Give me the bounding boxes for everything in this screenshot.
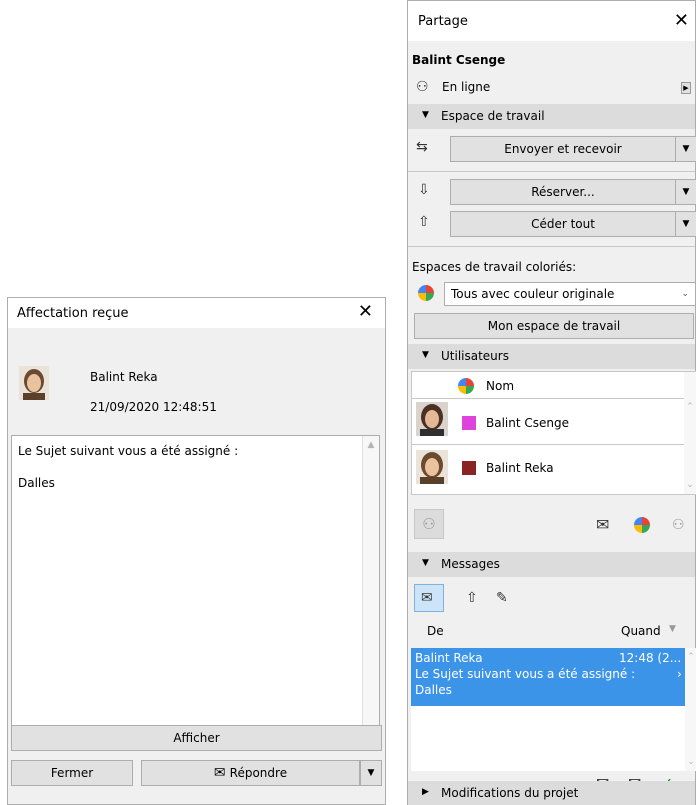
remove-user-icon[interactable]: ⚇ — [414, 509, 444, 539]
message-from: Balint Reka — [415, 651, 483, 665]
section-messages[interactable]: ▼ Messages — [408, 552, 695, 577]
divider — [408, 246, 695, 247]
close-button[interactable]: Fermer — [11, 760, 133, 786]
scroll-up-icon[interactable]: ⌃ — [684, 402, 696, 412]
color-mode-value: Tous avec couleur originale — [451, 287, 615, 301]
release-all-dropdown[interactable]: ▼ — [675, 211, 696, 237]
message-scrollbar[interactable]: ▲ ▼ — [362, 436, 379, 744]
messages-column-when[interactable]: Quand — [621, 624, 661, 638]
section-messages-label: Messages — [441, 557, 500, 571]
user-name[interactable]: Balint Reka — [486, 461, 554, 475]
assignment-dialog: Affectation reçue ✕ Balint Reka 21/09/20… — [7, 297, 386, 805]
section-workspace[interactable]: ▼ Espace de travail — [408, 104, 695, 129]
messages-scrollbar[interactable]: ⌃ ⌄ — [685, 648, 696, 771]
users-column-name[interactable]: Nom — [486, 379, 514, 393]
message-line: Le Sujet suivant vous a été assigné : — [18, 444, 239, 458]
messages-list: De Quand ▼ Balint Reka 12:48 (2... Le Su… — [411, 624, 696, 771]
reserve-button[interactable]: Réserver... — [450, 179, 676, 205]
users-scrollbar[interactable]: ⌃ ⌄ — [684, 372, 696, 494]
reserve-icon: ⇩ — [418, 182, 430, 198]
sender-name: Balint Reka — [90, 370, 158, 384]
message-topic: Dalles — [18, 476, 55, 490]
inbox-tab[interactable]: ✉ — [414, 584, 444, 612]
section-users-label: Utilisateurs — [441, 349, 509, 363]
user-color-swatch — [462, 461, 476, 475]
release-icon: ⇧ — [418, 214, 430, 230]
message-row[interactable]: Balint Reka 12:48 (2... Le Sujet suivant… — [411, 648, 685, 706]
my-workspace-button[interactable]: Mon espace de travail — [414, 313, 694, 339]
drafts-icon[interactable]: ✎ — [496, 590, 508, 606]
release-all-button[interactable]: Céder tout — [450, 211, 676, 237]
color-wheel-icon — [418, 285, 434, 301]
close-icon[interactable]: ✕ — [674, 11, 689, 31]
section-users[interactable]: ▼ Utilisateurs — [408, 344, 695, 369]
send-receive-button[interactable]: Envoyer et recevoir — [450, 136, 676, 162]
status-expand-icon[interactable]: ▶ — [681, 82, 691, 94]
chevron-right-icon: › — [677, 667, 682, 681]
avatar — [416, 450, 448, 484]
message-preview: Le Sujet suivant vous a été assigné : — [415, 667, 636, 681]
dialog-titlebar[interactable]: Affectation reçue ✕ — [8, 298, 385, 328]
user-status: En ligne — [442, 80, 491, 94]
divider — [408, 171, 695, 172]
user-name[interactable]: Balint Csenge — [486, 416, 569, 430]
message-text-area[interactable]: Le Sujet suivant vous a été assigné : Da… — [11, 435, 380, 745]
sort-icon: ▼ — [669, 624, 676, 634]
current-user-name: Balint Csenge — [412, 53, 506, 67]
close-icon[interactable]: ✕ — [358, 302, 373, 322]
color-wheel-icon — [458, 378, 474, 394]
reserve-dropdown[interactable]: ▼ — [675, 179, 696, 205]
avatar — [19, 366, 49, 400]
user-status-icon: ⚇ — [416, 79, 429, 95]
reply-label: Répondre — [229, 766, 288, 780]
scroll-down-icon[interactable]: ⌄ — [684, 480, 696, 490]
reply-button[interactable]: ✉ Répondre — [141, 760, 360, 786]
collapse-icon: ▼ — [422, 350, 429, 360]
scroll-up-icon[interactable]: ⌃ — [685, 652, 696, 662]
section-project-changes[interactable]: ▶ Modifications du projet — [408, 781, 695, 805]
divider — [412, 398, 684, 399]
new-message-icon[interactable]: ✉ — [596, 517, 609, 533]
scroll-down-icon[interactable]: ⌄ — [685, 757, 696, 767]
panel-title: Partage — [418, 14, 468, 29]
reply-envelope-icon: ✉ — [213, 765, 226, 781]
show-button[interactable]: Afficher — [11, 725, 382, 751]
panel-titlebar[interactable]: Partage ✕ — [408, 1, 695, 41]
avatar — [416, 402, 448, 436]
divider — [412, 444, 684, 445]
section-project-changes-label: Modifications du projet — [441, 786, 579, 800]
message-datetime: 21/09/2020 12:48:51 — [90, 400, 217, 414]
color-wheel-icon[interactable] — [634, 517, 650, 533]
outbox-icon[interactable]: ⇧ — [466, 590, 478, 606]
collapse-icon: ▼ — [422, 558, 429, 568]
sharing-panel: Partage ✕ Balint Csenge ⚇ En ligne ▶ ▼ E… — [407, 0, 696, 805]
expand-icon: ▶ — [422, 787, 429, 797]
user-color-swatch — [462, 416, 476, 430]
dialog-title: Affectation reçue — [17, 306, 129, 321]
users-list: Nom Balint Csenge Balint Reka ⌃ ⌄ — [411, 371, 696, 495]
scroll-up-icon[interactable]: ▲ — [363, 440, 379, 450]
send-receive-dropdown[interactable]: ▼ — [675, 136, 696, 162]
envelope-icon: ✉ — [421, 590, 433, 606]
send-receive-icon: ⇆ — [416, 139, 428, 155]
message-when: 12:48 (2... — [619, 651, 682, 665]
section-workspace-label: Espace de travail — [441, 109, 545, 123]
chevron-down-icon: ⌄ — [681, 289, 689, 299]
message-topic: Dalles — [415, 683, 452, 697]
user-settings-icon[interactable]: ⚇ — [672, 517, 685, 533]
reply-dropdown-button[interactable]: ▼ — [360, 760, 382, 786]
color-mode-select[interactable]: Tous avec couleur originale ⌄ — [444, 282, 696, 306]
colored-workspaces-label: Espaces de travail coloriés: — [412, 260, 577, 274]
collapse-icon: ▼ — [422, 110, 429, 120]
messages-column-from[interactable]: De — [427, 624, 444, 638]
